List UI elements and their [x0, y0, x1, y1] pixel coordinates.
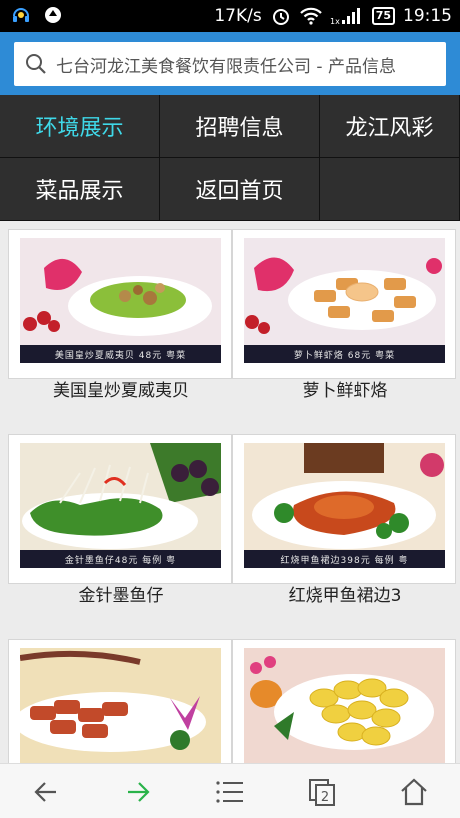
product-photo: [244, 648, 445, 763]
nav-item-empty: [320, 158, 460, 221]
status-bar: 17K/s 1x 75 19:15: [0, 0, 460, 32]
notification-icon: [42, 4, 64, 26]
alarm-icon: [270, 5, 292, 27]
product-title[interactable]: 红烧甲鱼裙边3: [233, 581, 457, 606]
url-field[interactable]: 七台河龙江美食餐饮有限责任公司 - 产品信息: [14, 42, 446, 86]
home-icon: [401, 778, 427, 805]
category-nav: 环境展示 招聘信息 龙江风彩 菜品展示 返回首页: [0, 95, 460, 221]
nav-item-home[interactable]: 返回首页: [160, 158, 320, 221]
nav-item-environment[interactable]: 环境展示: [0, 95, 160, 158]
tabs-icon: 2: [309, 778, 335, 806]
forward-arrow-icon: [128, 781, 150, 802]
product-card[interactable]: [232, 639, 456, 763]
product-card[interactable]: 金针墨鱼仔48元 每例 粤 金针墨鱼仔: [8, 434, 232, 606]
tabs-button[interactable]: 2: [276, 764, 368, 818]
product-card[interactable]: [8, 639, 232, 763]
nav-item-longjiang-style[interactable]: 龙江风彩: [320, 95, 460, 158]
product-card[interactable]: 红烧甲鱼裙边398元 每例 粤 红烧甲鱼裙边3: [232, 434, 456, 606]
nav-item-recruitment[interactable]: 招聘信息: [160, 95, 320, 158]
back-arrow-icon: [34, 781, 56, 802]
menu-icon: [216, 780, 243, 803]
network-speed: 17K/s: [214, 6, 262, 26]
forward-button[interactable]: [92, 764, 184, 818]
signal-prefix: 1x: [330, 17, 340, 26]
product-photo: [20, 648, 221, 763]
assistant-icon: [10, 4, 32, 26]
product-caption: 红烧甲鱼裙边398元 每例 粤: [244, 550, 445, 568]
product-caption: 美国皇炒夏威夷贝 48元 粤菜: [20, 345, 221, 363]
url-text: 七台河龙江美食餐饮有限责任公司 - 产品信息: [56, 56, 396, 77]
back-button[interactable]: [0, 764, 92, 818]
product-caption: 金针墨鱼仔48元 每例 粤: [20, 550, 221, 568]
product-title[interactable]: 美国皇炒夏威夷贝: [9, 376, 233, 401]
product-title[interactable]: 萝卜鲜虾烙: [233, 376, 457, 401]
product-photo: 美国皇炒夏威夷贝 48元 粤菜: [20, 238, 221, 363]
search-icon: [24, 52, 48, 76]
product-grid: 美国皇炒夏威夷贝 48元 粤菜 美国皇炒夏威夷贝 萝卜鲜虾烙 68元 粤菜 萝卜…: [0, 221, 460, 763]
product-card[interactable]: 萝卜鲜虾烙 68元 粤菜 萝卜鲜虾烙: [232, 229, 456, 401]
product-photo: 金针墨鱼仔48元 每例 粤: [20, 443, 221, 568]
product-card[interactable]: 美国皇炒夏威夷贝 48元 粤菜 美国皇炒夏威夷贝: [8, 229, 232, 401]
address-bar: 七台河龙江美食餐饮有限责任公司 - 产品信息: [0, 32, 460, 95]
home-button[interactable]: [368, 764, 460, 818]
signal-icon: 1x: [330, 5, 364, 27]
product-caption: 萝卜鲜虾烙 68元 粤菜: [244, 345, 445, 363]
product-photo: 红烧甲鱼裙边398元 每例 粤: [244, 443, 445, 568]
tabs-count: 2: [321, 790, 329, 805]
browser-toolbar: 2: [0, 763, 460, 818]
battery-level: 75: [371, 7, 395, 25]
product-title[interactable]: 金针墨鱼仔: [9, 581, 233, 606]
product-photo: 萝卜鲜虾烙 68元 粤菜: [244, 238, 445, 363]
wifi-icon: [299, 5, 322, 27]
nav-item-dishes[interactable]: 菜品展示: [0, 158, 160, 221]
menu-button[interactable]: [184, 764, 276, 818]
clock: 19:15: [403, 6, 452, 26]
